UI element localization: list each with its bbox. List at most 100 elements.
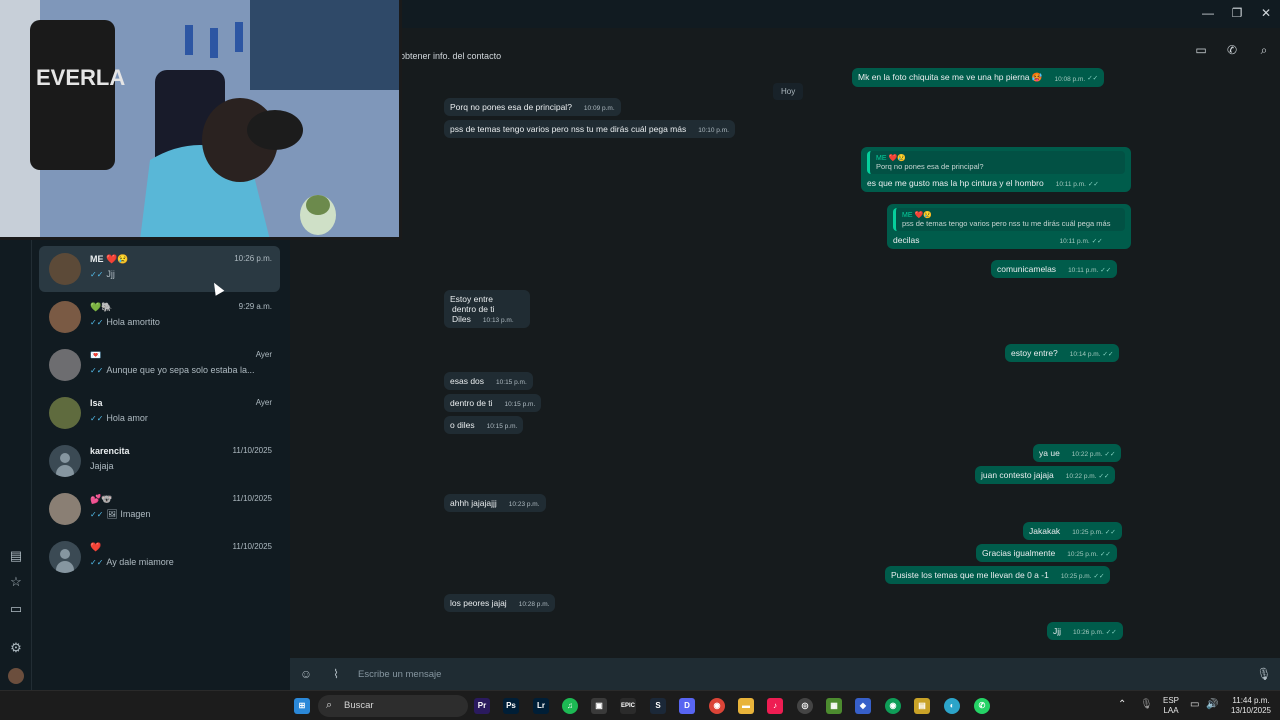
message-outgoing[interactable]: ya ue 10:22 p.m. ✓✓ [1033, 444, 1122, 462]
chat-preview: ✓✓ Aunque que yo sepa solo estaba la... [90, 365, 255, 375]
message-outgoing[interactable]: Jakakak 10:25 p.m. ✓✓ [1023, 522, 1122, 540]
read-ticks-icon: ✓✓ [1087, 75, 1099, 82]
chat-preview: ✓✓ Hola amor [90, 413, 148, 423]
minimize-icon[interactable]: — [1198, 4, 1218, 22]
taskbar-search[interactable]: ⌕ Buscar [318, 695, 468, 717]
archive-icon[interactable]: ▭ [8, 601, 24, 617]
steam-icon[interactable]: S [650, 698, 666, 714]
message-incoming[interactable]: ahhh jajajajjj 10:23 p.m. [444, 494, 546, 512]
message-outgoing[interactable]: Mk en la foto chiquita se me ve una hp p… [852, 68, 1105, 87]
epic-games-icon[interactable]: EPIC [620, 698, 636, 714]
settings-icon[interactable]: ⚙ [8, 640, 24, 656]
conversation-panel: obtener info. del contacto ▭ ✆ ⌕ Hoy Mk … [290, 28, 1280, 690]
volume-icon[interactable]: 🔊 [1206, 699, 1218, 710]
chat-item[interactable]: ❤️ 11/10/2025 ✓✓ Ay dale miamore [39, 534, 280, 580]
message-outgoing[interactable]: Jjj 10:26 p.m. ✓✓ [1047, 622, 1123, 640]
message-input[interactable] [358, 666, 1238, 682]
search-icon[interactable]: ⌕ [1256, 42, 1272, 58]
read-ticks-icon: ✓✓ [1100, 267, 1112, 274]
message-outgoing-reply[interactable]: ME ❤️😢 Porq no pones esa de principal? e… [861, 147, 1131, 192]
chat-item[interactable]: Isa Ayer ✓✓ Hola amor [39, 390, 280, 436]
lightroom-icon[interactable]: Lr [533, 698, 549, 714]
start-icon[interactable]: ⊞ [294, 698, 310, 714]
chat-item[interactable]: ME ❤️😢 10:26 p.m. ✓✓ Jjj [39, 246, 280, 292]
voice-call-icon[interactable]: ✆ [1224, 42, 1240, 58]
maximize-icon[interactable]: ❐ [1227, 4, 1247, 22]
spotify-icon[interactable]: ♫ [562, 698, 578, 714]
app3-icon[interactable]: ◆ [855, 698, 871, 714]
avatar [49, 253, 81, 285]
avatar [49, 301, 81, 333]
chat-preview: ✓✓ Ay dale miamore [90, 557, 174, 567]
chrome-icon[interactable]: ◉ [709, 698, 725, 714]
read-ticks-icon: ✓✓ [1104, 529, 1116, 536]
star-icon[interactable]: ☆ [8, 574, 24, 590]
webcam-feed-image: EVERLA [0, 0, 399, 237]
chat-header[interactable]: obtener info. del contacto ▭ ✆ ⌕ [290, 28, 1280, 68]
message-incoming[interactable]: los peores jajaj 10:28 p.m. [444, 594, 556, 612]
chat-name: karencita [90, 446, 130, 456]
chat-name: 💌 [90, 350, 102, 360]
chat-time: Ayer [255, 398, 272, 407]
message-incoming[interactable]: dentro de ti 10:15 p.m. [444, 394, 542, 412]
close-icon[interactable]: ✕ [1256, 4, 1276, 22]
message-list: Hoy Mk en la foto chiquita se me ve una … [290, 68, 1280, 658]
message-incoming[interactable]: Estoy entre dentro de ti Diles 10:13 p.m. [444, 290, 530, 328]
premiere-icon[interactable]: Pr [474, 698, 490, 714]
app-icon[interactable]: ▣ [591, 698, 607, 714]
message-outgoing[interactable]: Gracias igualmente 10:25 p.m. ✓✓ [976, 544, 1117, 562]
network-icon[interactable]: ▭ [1190, 699, 1199, 710]
webcam-overlay: EVERLA [0, 0, 402, 240]
emoji-icon[interactable]: ☺ [298, 666, 314, 682]
chat-name: ME ❤️😢 [90, 254, 129, 264]
read-ticks-icon: ✓✓ [1091, 238, 1103, 245]
message-outgoing-reply[interactable]: ME ❤️😢 pss de temas tengo varios pero ns… [887, 204, 1131, 249]
chat-time: 9:29 a.m. [238, 302, 272, 311]
attach-icon[interactable]: ⌇ [328, 666, 344, 682]
minecraft-icon[interactable]: ▦ [826, 698, 842, 714]
chat-item[interactable]: 💚🐘 9:29 a.m. ✓✓ Hola amortito [39, 294, 280, 340]
read-ticks-icon: ✓✓ [90, 318, 104, 327]
photoshop-icon[interactable]: Ps [503, 698, 519, 714]
language-indicator[interactable]: ESP LAA [1160, 696, 1182, 716]
message-incoming[interactable]: esas dos 10:15 p.m. [444, 372, 533, 390]
read-ticks-icon: ✓✓ [90, 270, 104, 279]
discord-icon[interactable]: D [679, 698, 695, 714]
chat-item[interactable]: karencita 11/10/2025 Jajaja [39, 438, 280, 484]
app2-icon[interactable]: ◎ [797, 698, 813, 714]
message-outgoing[interactable]: juan contesto jajaja 10:22 p.m. ✓✓ [975, 466, 1116, 484]
microphone-icon[interactable]: 🎙 [1256, 666, 1272, 682]
avatar [49, 541, 81, 573]
contact-info-hint[interactable]: obtener info. del contacto [400, 51, 501, 61]
chat-preview: Jajaja [90, 461, 114, 471]
message-incoming[interactable]: pss de temas tengo varios pero nss tu me… [444, 120, 735, 138]
chat-item[interactable]: 💕🐨 11/10/2025 ✓✓ 🖼 Imagen [39, 486, 280, 532]
app4-icon[interactable]: ▤ [914, 698, 930, 714]
chat-name: 💕🐨 [90, 494, 113, 504]
chat-item[interactable]: 💌 Ayer ✓✓ Aunque que yo sepa solo estaba … [39, 342, 280, 388]
whatsapp-icon[interactable]: ✆ [974, 698, 990, 714]
video-call-icon[interactable]: ▭ [1193, 42, 1209, 58]
message-outgoing[interactable]: comunicamelas 10:11 p.m. ✓✓ [991, 260, 1118, 278]
chrome2-icon[interactable]: ◉ [885, 698, 901, 714]
message-outgoing[interactable]: Pusiste los temas que me llevan de 0 a -… [885, 566, 1111, 584]
file-explorer-icon[interactable]: ▬ [738, 698, 754, 714]
mic-tray-icon[interactable]: 🎙 [1140, 699, 1153, 710]
quoted-message[interactable]: ME ❤️😢 pss de temas tengo varios pero ns… [893, 208, 1125, 231]
bag-text: EVERLA [36, 65, 125, 90]
tiktok-icon[interactable]: ♪ [767, 698, 783, 714]
profile-avatar[interactable] [8, 668, 24, 684]
chat-time: 10:26 p.m. [234, 254, 272, 263]
message-incoming[interactable]: o diles 10:15 p.m. [444, 416, 524, 434]
clock[interactable]: 11:44 p.m. 13/10/2025 [1226, 696, 1276, 716]
avatar [49, 349, 81, 381]
read-ticks-icon: ✓✓ [90, 510, 104, 519]
app5-icon[interactable]: ◐ [944, 698, 960, 714]
avatar [49, 445, 81, 477]
message-outgoing[interactable]: estoy entre? 10:14 p.m. ✓✓ [1005, 344, 1120, 362]
message-incoming[interactable]: Porq no pones esa de principal? 10:09 p.m… [444, 98, 621, 116]
quoted-message[interactable]: ME ❤️😢 Porq no pones esa de principal? [867, 151, 1125, 174]
chat-status-icon[interactable]: ▤ [8, 548, 24, 564]
read-ticks-icon: ✓✓ [1087, 181, 1099, 188]
tray-chevron-icon[interactable]: ⌃ [1118, 699, 1126, 710]
